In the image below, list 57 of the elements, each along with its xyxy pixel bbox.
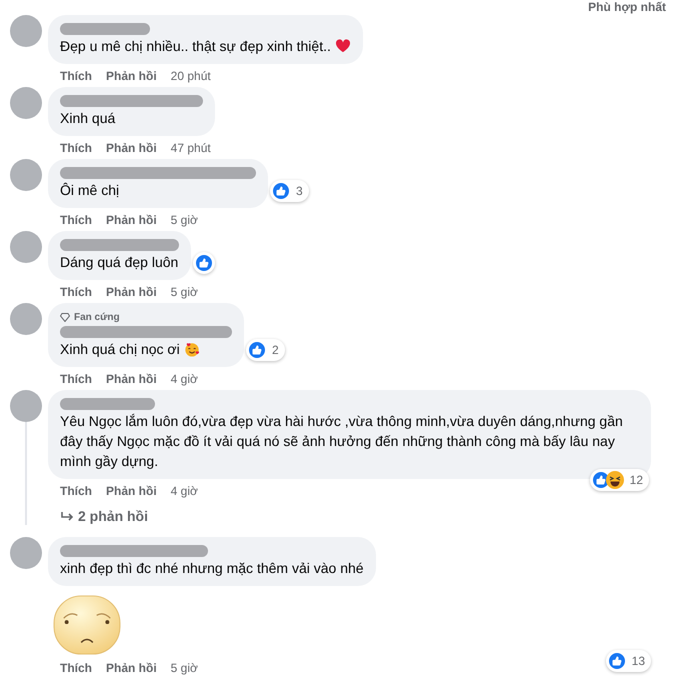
comment-text: xinh đẹp thì đc nhé nhưng mặc thêm vải vào nhé: [60, 559, 364, 578]
timestamp[interactable]: 5 giờ: [170, 212, 198, 228]
timestamp[interactable]: 20 phút: [170, 68, 211, 84]
action-link[interactable]: Thích: [60, 483, 92, 499]
avatar[interactable]: [10, 537, 42, 569]
reaction-number: 13: [630, 654, 646, 668]
avatar[interactable]: [10, 159, 42, 191]
comment-text: Dáng quá đẹp luôn: [60, 253, 179, 272]
avatar[interactable]: [10, 231, 42, 263]
comment-text: Yêu Ngọc lắm luôn đó,vừa đẹp vừa hài hước ,vừa thông minh,vừa duyên dáng,nhưng gần đây thấy Ngọc mặc đồ ít vải quá nó sẽ ảnh hưởng đến những thành công mà bấy lâu nay mình gầy dựng.: [60, 412, 624, 471]
action-link[interactable]: Thích: [60, 371, 92, 387]
reaction-count[interactable]: [193, 252, 215, 274]
reaction-number: 3: [295, 184, 304, 198]
avatar[interactable]: [10, 303, 42, 335]
action-link[interactable]: Phản hồi: [106, 483, 157, 499]
thumbs-up-icon: [195, 254, 213, 272]
thumbs-up-icon: [592, 471, 610, 489]
thumbs-up-icon: [272, 182, 290, 200]
avatar[interactable]: [10, 390, 42, 422]
action-link[interactable]: Thích: [60, 660, 92, 676]
action-link[interactable]: Thích: [60, 68, 92, 84]
sort-menu[interactable]: Phù hợp nhất: [588, 0, 666, 14]
reply-arrow-icon: [60, 510, 74, 522]
comment-text: Xinh quá: [60, 109, 116, 128]
action-link[interactable]: Phản hồi: [106, 284, 157, 300]
smiling-face-with-hearts-icon: [184, 341, 200, 357]
comment-text: Xinh quá chị nọc ơi: [60, 339, 232, 359]
badge-label: Fan cứng: [74, 311, 120, 325]
comment-text: Đẹp u mê chị nhiều.. thật sự đẹp xinh thiệt..: [60, 36, 351, 56]
timestamp[interactable]: 4 giờ: [170, 371, 198, 387]
reaction-count[interactable]: 12: [590, 469, 649, 491]
timestamp[interactable]: 5 giờ: [170, 660, 198, 676]
action-link[interactable]: Phản hồi: [106, 371, 157, 387]
action-link[interactable]: Phản hồi: [106, 212, 157, 228]
thumbs-up-icon: [608, 652, 626, 670]
action-link[interactable]: Phản hồi: [106, 68, 157, 84]
avatar[interactable]: [10, 87, 42, 119]
thumbs-up-icon: [248, 341, 266, 359]
timestamp[interactable]: 5 giờ: [170, 284, 198, 300]
timestamp[interactable]: 47 phút: [170, 140, 211, 156]
action-link[interactable]: Thích: [60, 140, 92, 156]
view-replies-link[interactable]: 2 phản hồi: [48, 502, 148, 537]
reaction-number: 2: [271, 343, 280, 357]
action-link[interactable]: Phản hồi: [106, 660, 157, 676]
reaction-count[interactable]: 2: [246, 339, 285, 361]
comment-text: Ôi mê chị: [60, 181, 120, 200]
action-link[interactable]: Thích: [60, 212, 92, 228]
timestamp[interactable]: 4 giờ: [170, 483, 198, 499]
reaction-count[interactable]: 3: [270, 180, 309, 202]
reaction-count[interactable]: 13: [606, 650, 651, 672]
action-link[interactable]: Phản hồi: [106, 140, 157, 156]
laughing-face-icon: [606, 471, 624, 489]
reaction-number: 12: [628, 473, 644, 487]
diamond-icon: [60, 313, 70, 322]
action-link[interactable]: Thích: [60, 284, 92, 300]
avatar[interactable]: [10, 15, 42, 47]
heart-icon: [334, 39, 351, 53]
